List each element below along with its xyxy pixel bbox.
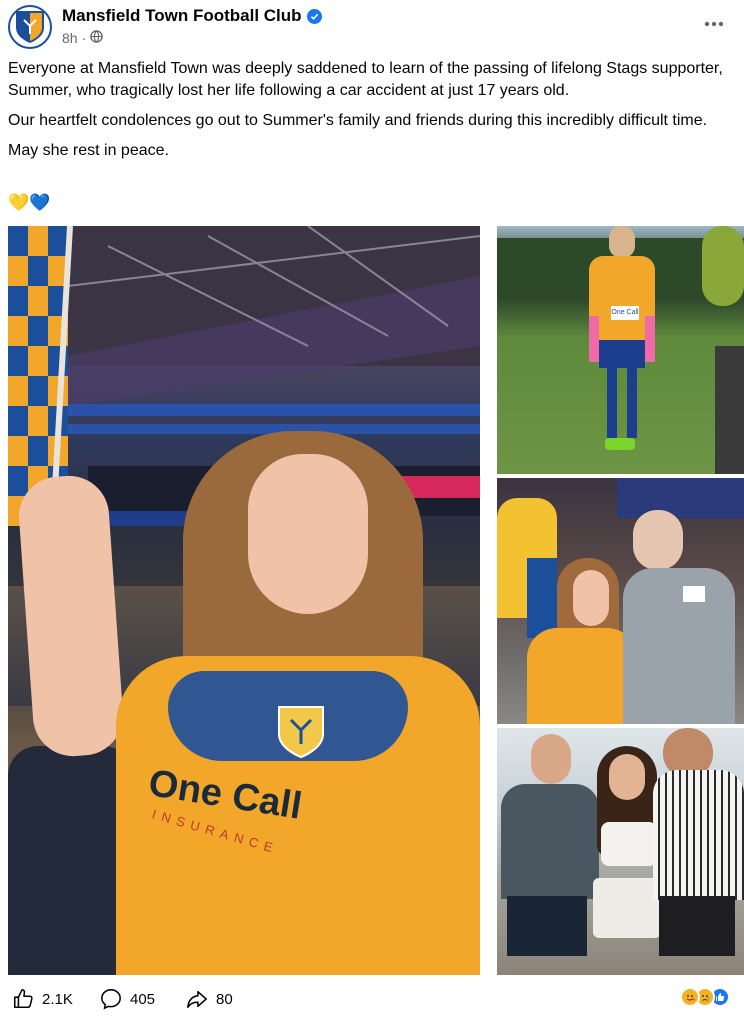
girl-shirt <box>527 628 637 724</box>
timestamp[interactable]: 8h <box>62 30 78 46</box>
man1-head <box>531 734 571 784</box>
page-name-text[interactable]: Mansfield Town Football Club <box>62 6 302 26</box>
woman-face <box>609 754 645 800</box>
emoji-line: 💛💙 <box>8 193 50 213</box>
post-paragraph: May she rest in peace. <box>8 142 169 159</box>
heart-emojis: 💛💙 <box>8 193 51 212</box>
post-text: Everyone at Mansfield Town was deeply sa… <box>8 58 736 170</box>
girl-face <box>573 570 609 626</box>
verified-icon <box>306 8 322 24</box>
post-header: Mansfield Town Football Club 8h · <box>0 0 744 56</box>
woman-top <box>601 822 657 866</box>
separator-dot: · <box>81 30 87 46</box>
reaction-summary[interactable] <box>680 987 730 1007</box>
man-badge <box>683 586 705 602</box>
more-icon <box>704 21 724 27</box>
photo-bottom-right[interactable] <box>497 728 744 975</box>
man1-shirt <box>501 784 599 899</box>
child-head <box>609 226 635 258</box>
stand-banner <box>617 478 744 518</box>
share-button[interactable]: 80 <box>186 988 233 1010</box>
woman-skirt <box>593 878 661 938</box>
comment-count: 405 <box>130 990 156 1008</box>
engagement-bar: 2.1K 405 80 <box>0 980 744 1020</box>
child-leg-left <box>607 368 617 438</box>
child-shorts <box>599 340 645 368</box>
bystander <box>8 746 133 975</box>
fan-scarf <box>527 558 557 638</box>
photo-main[interactable]: One Call INSURANCE <box>8 226 480 975</box>
globe-icon <box>90 30 104 46</box>
comment-button[interactable]: 405 <box>100 988 155 1010</box>
care-reaction-icon <box>680 987 700 1007</box>
page-avatar[interactable] <box>8 5 52 49</box>
man1-shorts <box>507 896 587 956</box>
child-leg-right <box>627 368 637 438</box>
like-count: 2.1K <box>42 990 73 1008</box>
child-sleeve-left <box>589 316 599 362</box>
shirt-crest-icon <box>278 706 324 759</box>
child-sleeve-right <box>645 316 655 362</box>
post-meta: 8h · <box>62 30 104 46</box>
child-boots <box>605 438 635 450</box>
page-name[interactable]: Mansfield Town Football Club <box>62 6 322 26</box>
share-count: 80 <box>216 990 233 1008</box>
like-icon <box>13 989 33 1009</box>
more-options-button[interactable] <box>702 12 726 36</box>
post-paragraph: Everyone at Mansfield Town was deeply sa… <box>8 60 723 99</box>
child-sponsor: One Call <box>611 306 639 320</box>
man2-shorts <box>659 896 735 956</box>
comment-icon <box>101 989 121 1010</box>
photo-middle-right[interactable] <box>497 478 744 724</box>
club-crest-icon <box>16 11 44 44</box>
like-button[interactable]: 2.1K <box>12 988 73 1010</box>
bush <box>702 226 744 306</box>
photo-top-right[interactable]: One Call <box>497 226 744 474</box>
share-icon <box>187 990 207 1009</box>
man-face <box>633 510 683 570</box>
path <box>715 346 744 474</box>
post-paragraph: Our heartfelt condolences go out to Summ… <box>8 112 708 129</box>
man-shirt <box>623 568 735 724</box>
face <box>248 454 368 614</box>
man2-striped-shirt <box>653 770 744 900</box>
